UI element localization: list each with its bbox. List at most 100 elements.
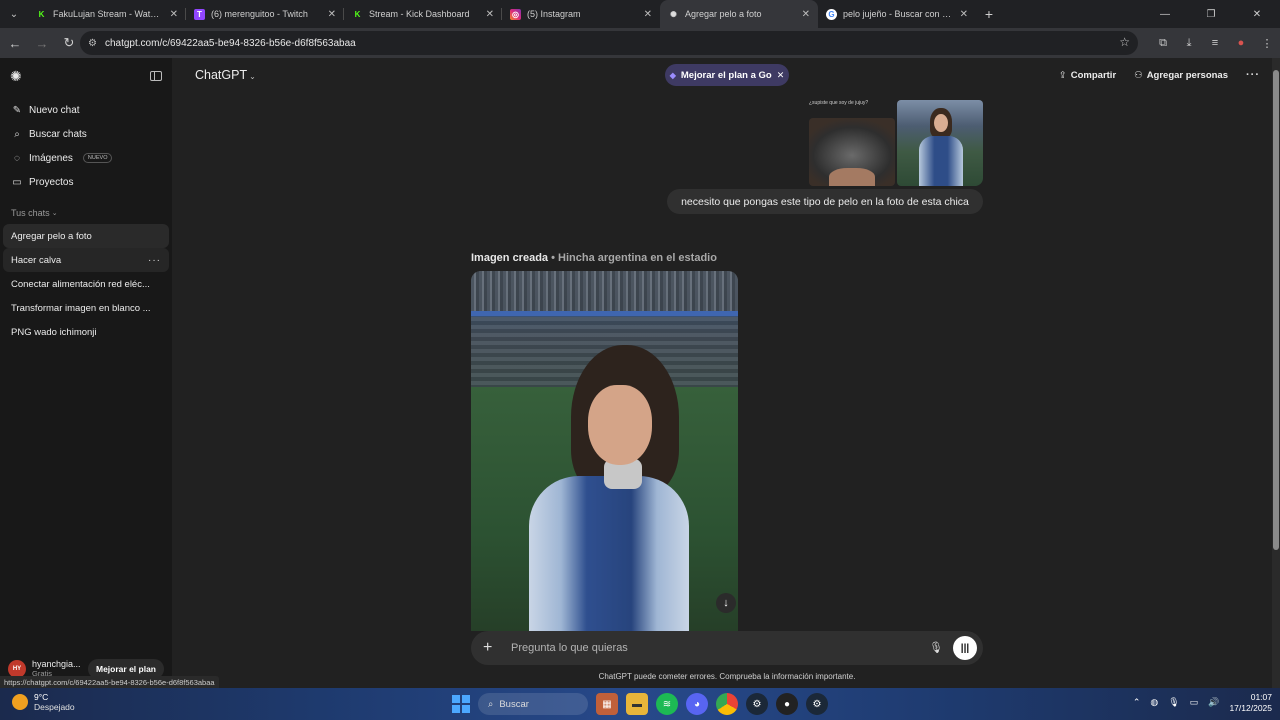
- sidebar-item-new-chat[interactable]: ✎ Nuevo chat: [0, 98, 172, 122]
- generated-image[interactable]: [471, 271, 738, 631]
- chat-composer[interactable]: + Pregunta lo que quieras 🎙 |||: [471, 631, 983, 665]
- tab-title: (5) Instagram: [527, 9, 581, 19]
- sidebar-toggle-icon[interactable]: [150, 71, 162, 81]
- scrollbar-thumb[interactable]: [1273, 70, 1279, 550]
- browser-tab[interactable]: K Stream - Kick Dashboard ✕: [344, 0, 502, 28]
- mic-tray-icon[interactable]: 🎙: [1168, 697, 1179, 708]
- taskbar-search[interactable]: ⌕ Buscar: [478, 693, 588, 715]
- prompt-input[interactable]: Pregunta lo que quieras: [511, 642, 628, 654]
- more-options-icon[interactable]: ···: [148, 255, 161, 266]
- chat-list-item[interactable]: Hacer calva ···: [3, 248, 169, 272]
- sidebar-item-search-chats[interactable]: ⌕ Buscar chats: [0, 122, 172, 146]
- close-window-icon[interactable]: ✕: [1234, 0, 1280, 28]
- created-label-text: Imagen creada: [471, 252, 549, 264]
- new-badge: NUEVO: [82, 153, 113, 163]
- clock-time: 01:07: [1250, 692, 1272, 702]
- more-options-icon[interactable]: ···: [1246, 69, 1260, 81]
- browser-tab[interactable]: G pelo jujeño - Buscar con Googl ✕: [818, 0, 976, 28]
- widget-app-icon[interactable]: ▦: [596, 693, 618, 715]
- media-icon[interactable]: ≡: [1202, 37, 1228, 49]
- windows-taskbar: 9°C Despejado ⌕ Buscar ▦ ▬ ≋ ◕ ⚙ ● ⚙ ⌃ ◍ …: [0, 688, 1280, 720]
- forward-icon[interactable]: →: [30, 31, 54, 55]
- spotify-icon[interactable]: ≋: [656, 693, 678, 715]
- clock-date: 17/12/2025: [1229, 702, 1272, 713]
- kick-icon: K: [354, 9, 361, 19]
- display-icon[interactable]: ▭: [1190, 697, 1199, 708]
- weather-widget[interactable]: 9°C Despejado: [12, 692, 75, 712]
- voice-mode-icon[interactable]: |||: [953, 636, 977, 660]
- chrome-icon[interactable]: [716, 693, 738, 715]
- close-tab-icon[interactable]: ✕: [170, 9, 178, 20]
- chatgpt-logo-icon[interactable]: ✺: [10, 68, 26, 84]
- reload-icon[interactable]: ↻: [57, 31, 81, 55]
- share-label: Compartir: [1070, 69, 1117, 81]
- address-bar[interactable]: ⚙ chatgpt.com/c/69422aa5-be94-8326-b56e-…: [80, 31, 1138, 55]
- close-tab-icon[interactable]: ✕: [960, 9, 968, 20]
- chat-list-item[interactable]: Agregar pelo a foto: [3, 224, 169, 248]
- close-tab-icon[interactable]: ✕: [802, 9, 810, 20]
- clock[interactable]: 01:07 17/12/2025: [1229, 692, 1272, 713]
- add-people-label: Agregar personas: [1146, 69, 1228, 81]
- chat-list-item[interactable]: Transformar imagen en blanco ...: [3, 296, 169, 320]
- download-icon[interactable]: ↓: [716, 593, 736, 613]
- chats-section-header[interactable]: Tus chats ⌄: [0, 202, 172, 224]
- chat-title: Hacer calva: [11, 254, 62, 266]
- browser-tab-active[interactable]: ✺ Agregar pelo a foto ✕: [660, 0, 818, 28]
- weather-sun-icon: [12, 694, 28, 711]
- extensions-icon[interactable]: ⧉: [1150, 37, 1176, 50]
- sidebar-item-projects[interactable]: ▭ Proyectos: [0, 170, 172, 194]
- volume-icon[interactable]: 🔊: [1208, 697, 1219, 708]
- section-label: Tus chats: [11, 208, 50, 218]
- chat-title: Conectar alimentación red eléc...: [11, 278, 150, 290]
- scrollbar[interactable]: [1272, 58, 1280, 688]
- add-person-icon: ⚇: [1134, 69, 1143, 81]
- images-icon: ◌: [14, 152, 20, 164]
- steam-icon[interactable]: ⚙: [746, 693, 768, 715]
- attached-image-hair[interactable]: [809, 118, 895, 186]
- bookmark-star-icon[interactable]: ☆: [1119, 35, 1130, 49]
- download-icon[interactable]: ⤓: [1176, 37, 1202, 50]
- network-icon[interactable]: ◍: [1150, 697, 1158, 708]
- close-icon[interactable]: ✕: [777, 70, 785, 81]
- close-tab-icon[interactable]: ✕: [328, 9, 336, 20]
- chevron-down-icon: ⌄: [51, 210, 58, 217]
- maximize-icon[interactable]: ❐: [1188, 0, 1234, 28]
- sidebar-item-label: Nuevo chat: [29, 104, 80, 116]
- toolbar-actions: ⧉ ⤓ ≡ ● ⋮: [1150, 28, 1280, 58]
- sidebar-item-images[interactable]: ◌ Imágenes NUEVO: [0, 146, 172, 170]
- add-attachment-icon[interactable]: +: [483, 639, 499, 657]
- browser-menu-icon[interactable]: ⋮: [1254, 37, 1280, 50]
- attached-image-girl[interactable]: [897, 100, 983, 186]
- windows-start-icon[interactable]: [452, 695, 470, 713]
- file-explorer-icon[interactable]: ▬: [626, 693, 648, 715]
- window-controls: — ❐ ✕: [1142, 0, 1280, 28]
- close-tab-icon[interactable]: ✕: [644, 9, 652, 20]
- browser-tab[interactable]: T (6) merenguitoo - Twitch ✕: [186, 0, 344, 28]
- image-caption: ¿supiste que soy de jujuy?: [809, 100, 869, 106]
- share-button[interactable]: ⇪ Compartir: [1059, 70, 1116, 81]
- sidebar: ✺ ✎ Nuevo chat ⌕ Buscar chats ◌ Imágenes…: [0, 58, 172, 688]
- close-tab-icon[interactable]: ✕: [486, 9, 494, 20]
- url-text: chatgpt.com/c/69422aa5-be94-8326-b56e-d6…: [104, 37, 356, 49]
- chat-list-item[interactable]: Conectar alimentación red eléc...: [3, 272, 169, 296]
- chat-list-item[interactable]: PNG wado ichimonji: [3, 320, 169, 344]
- discord-icon[interactable]: ◕: [686, 693, 708, 715]
- chat-header: ChatGPT ⌄ ◆ Mejorar el plan a Go ✕ ⇪ Compa…: [172, 58, 1272, 94]
- browser-tab[interactable]: ◎ (5) Instagram ✕: [502, 0, 660, 28]
- tab-title: pelo jujeño - Buscar con Googl: [843, 9, 954, 19]
- upgrade-go-pill[interactable]: ◆ Mejorar el plan a Go ✕: [665, 64, 789, 86]
- new-tab-icon[interactable]: +: [976, 0, 1002, 28]
- model-selector[interactable]: ChatGPT ⌄: [195, 68, 256, 82]
- profile-icon[interactable]: ●: [1228, 37, 1254, 49]
- minimize-icon[interactable]: —: [1142, 0, 1188, 28]
- microphone-icon[interactable]: 🎙: [929, 641, 943, 654]
- chat-title: Transformar imagen en blanco ...: [11, 302, 151, 314]
- site-info-icon[interactable]: ⚙: [88, 38, 97, 49]
- back-icon[interactable]: ←: [3, 31, 27, 55]
- chevron-up-icon[interactable]: ⌃: [1133, 697, 1141, 708]
- browser-tab[interactable]: K FakuLujan Stream - Watch Live ✕: [28, 0, 186, 28]
- add-people-button[interactable]: ⚇ Agregar personas: [1134, 70, 1228, 81]
- tab-search-icon[interactable]: ⌄: [0, 0, 28, 28]
- steam-icon[interactable]: ⚙: [806, 693, 828, 715]
- app-icon[interactable]: ●: [776, 693, 798, 715]
